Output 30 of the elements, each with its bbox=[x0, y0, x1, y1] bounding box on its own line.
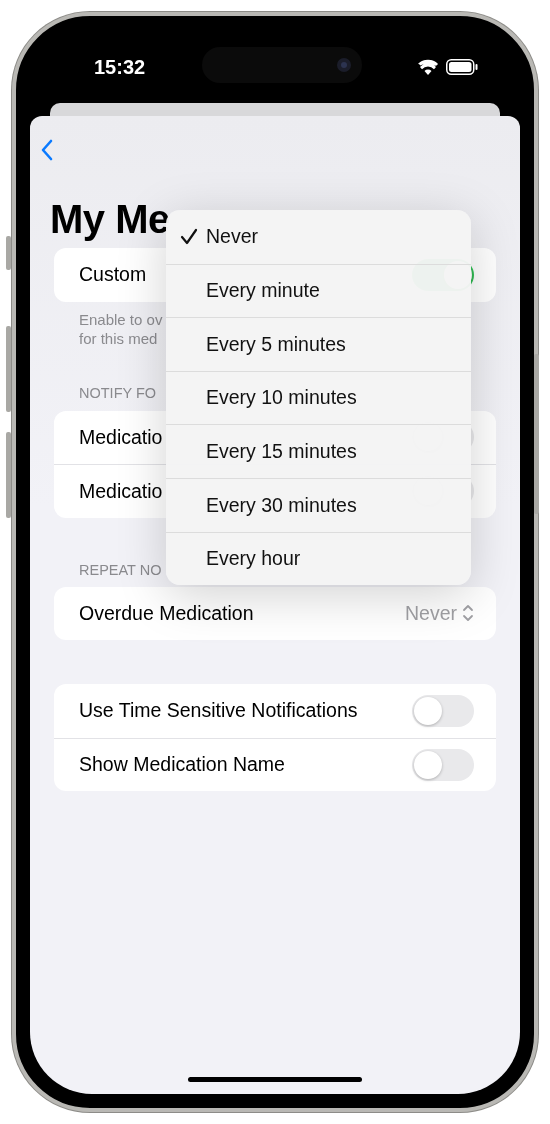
chevron-updown-icon bbox=[462, 603, 474, 624]
battery-icon bbox=[446, 58, 478, 75]
menu-item[interactable]: Every minute bbox=[166, 263, 471, 318]
checkmark-icon bbox=[180, 228, 198, 246]
footer-text: Enable to ov for this med bbox=[79, 309, 163, 348]
menu-item[interactable]: Every 15 minutes bbox=[166, 424, 471, 478]
toggle-switch[interactable] bbox=[412, 694, 474, 727]
row-label: Medicatio bbox=[79, 478, 163, 504]
toggle-switch[interactable] bbox=[412, 748, 474, 781]
status-time: 15:32 bbox=[94, 54, 146, 80]
menu-item[interactable]: Every 30 minutes bbox=[166, 477, 471, 532]
side-button[interactable] bbox=[6, 326, 11, 412]
row-label: Overdue Medication bbox=[79, 600, 254, 626]
back-icon[interactable] bbox=[40, 139, 54, 161]
section-header: REPEAT NO bbox=[79, 560, 162, 579]
side-button[interactable] bbox=[534, 354, 539, 514]
row-label: Medicatio bbox=[79, 424, 163, 450]
row-label: Use Time Sensitive Notifications bbox=[79, 698, 358, 724]
side-button[interactable] bbox=[6, 432, 11, 518]
menu-item[interactable]: Every hour bbox=[166, 531, 471, 586]
page-title: My Me bbox=[50, 196, 170, 242]
row-label: Show Medication Name bbox=[79, 752, 285, 778]
menu-item[interactable]: Every 5 minutes bbox=[166, 317, 471, 371]
home-indicator[interactable] bbox=[188, 1077, 362, 1082]
camera-icon bbox=[335, 56, 352, 73]
wifi-icon bbox=[418, 58, 438, 75]
row-label: Custom bbox=[79, 262, 147, 288]
section-header: NOTIFY FO bbox=[79, 383, 157, 402]
side-button[interactable] bbox=[6, 236, 11, 270]
menu-item[interactable]: Every 10 minutes bbox=[166, 370, 471, 425]
